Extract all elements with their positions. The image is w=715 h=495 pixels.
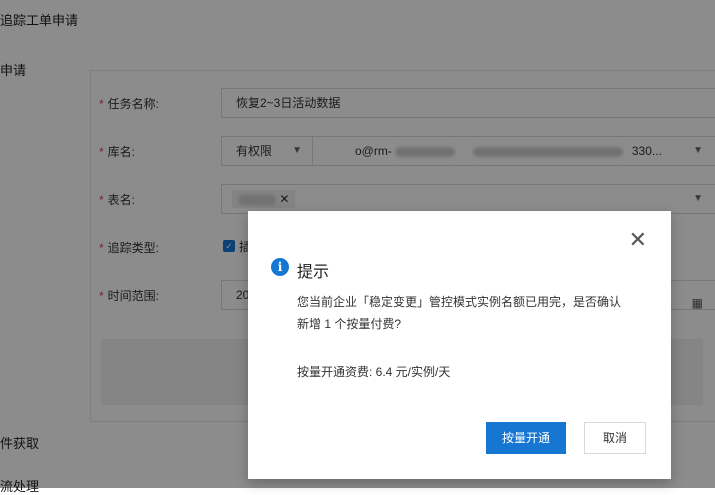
info-icon: i [271, 258, 289, 276]
dialog-title: 提示 [297, 264, 330, 281]
confirm-dialog: ✕ i 提示 您当前企业「稳定变更」管控模式实例名额已用完，是否确认新增 1 个… [248, 211, 671, 479]
close-icon[interactable]: ✕ [629, 229, 647, 251]
dialog-message: 您当前企业「稳定变更」管控模式实例名额已用完，是否确认新增 1 个按量付费? [297, 295, 622, 331]
cancel-button[interactable]: 取消 [584, 422, 646, 454]
confirm-button[interactable]: 按量开通 [486, 422, 566, 454]
dialog-fee: 按量开通资费: 6.4 元/实例/天 [297, 365, 451, 379]
